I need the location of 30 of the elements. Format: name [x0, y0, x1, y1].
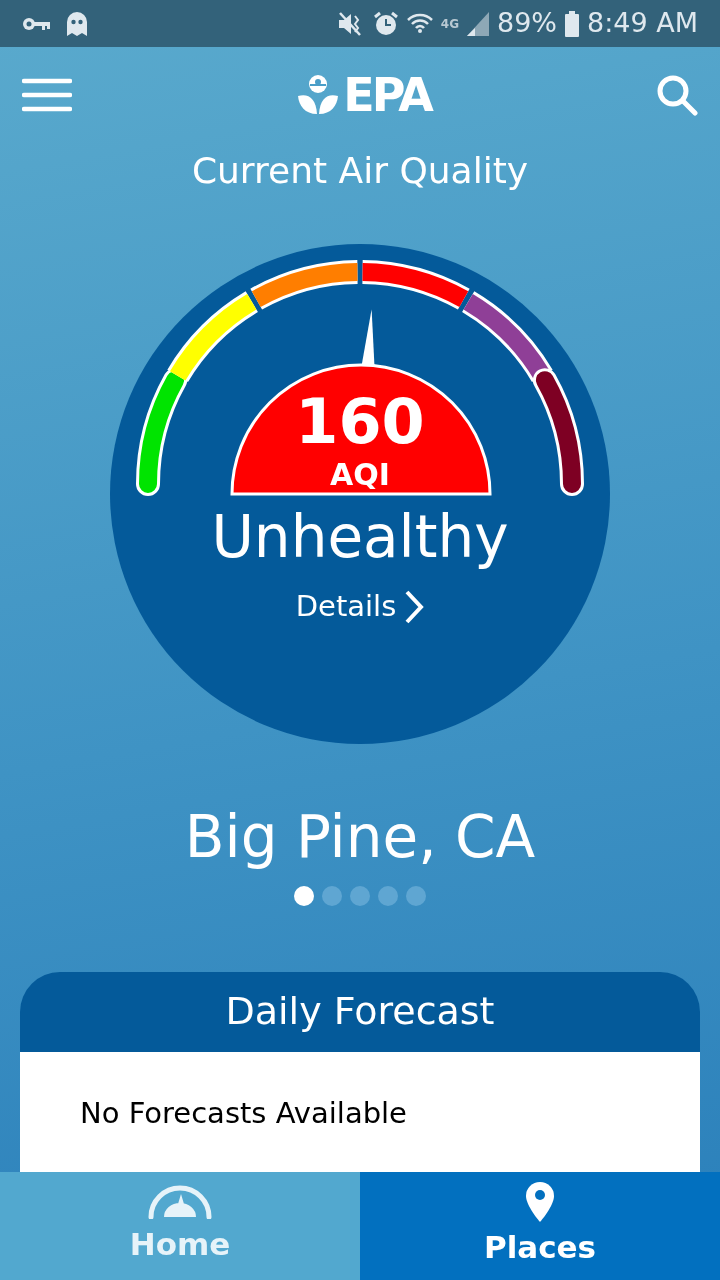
aqi-value: 160 [295, 385, 425, 458]
alarm-icon [372, 10, 399, 37]
aqi-unit: AQI [330, 457, 390, 492]
page-dot[interactable] [322, 885, 342, 906]
map-pin-icon [526, 1181, 554, 1222]
nav-tab[interactable]: Places [360, 1172, 720, 1280]
forecast-title: Daily Forecast [225, 988, 495, 1036]
menu-icon[interactable] [22, 77, 72, 112]
key-icon [22, 16, 50, 31]
page-dot[interactable] [378, 885, 398, 906]
battery-icon [565, 10, 579, 37]
page-dot[interactable] [350, 885, 370, 906]
ghost-icon [66, 10, 88, 37]
chevron-icon [404, 588, 425, 625]
details-link[interactable]: Details [289, 583, 431, 630]
search-icon[interactable] [656, 73, 698, 116]
wifi-icon [406, 11, 433, 36]
section-title: Current Air Quality [191, 150, 529, 191]
page-dot[interactable] [406, 885, 426, 906]
forecast-message: No Forecasts Available [80, 1095, 407, 1130]
network-type: 4G [440, 15, 459, 33]
epa-logo: EPA [343, 71, 431, 118]
battery-percent: 89% [497, 6, 557, 41]
clock-time: 8:49 AM [587, 6, 698, 41]
gauge-icon [147, 1184, 213, 1219]
signal-icon [467, 11, 489, 36]
location-name: Big Pine, CA [184, 803, 536, 871]
aqi-category: Unhealthy [211, 506, 509, 570]
page-dot[interactable] [294, 885, 314, 906]
flower-logo-icon [297, 73, 340, 116]
